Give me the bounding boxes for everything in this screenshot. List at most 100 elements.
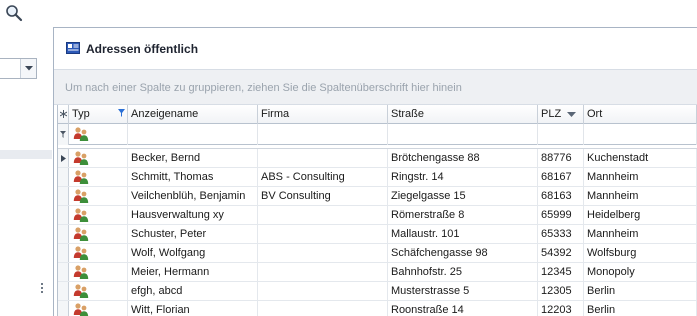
group-by-panel[interactable]: Um nach einer Spalte zu gruppieren, zieh…: [54, 70, 697, 105]
cell-firma[interactable]: [258, 225, 388, 244]
column-header-strasse[interactable]: Straße: [388, 105, 538, 124]
row-indicator[interactable]: [58, 244, 69, 262]
cell-plz[interactable]: 68163: [538, 187, 584, 206]
table-row[interactable]: Veilchenblüh, Benjamin BV Consulting Zie…: [58, 187, 697, 206]
cell-strasse[interactable]: Schäfchengasse 98: [388, 244, 538, 263]
cell-ort[interactable]: Heidelberg: [584, 206, 697, 225]
cell-strasse[interactable]: Roonstraße 14: [388, 301, 538, 316]
filter-cell-firma[interactable]: [258, 124, 388, 145]
splitter-grip[interactable]: [41, 283, 45, 297]
column-header-ort[interactable]: Ort: [584, 105, 697, 124]
cell-firma[interactable]: [258, 206, 388, 225]
cell-firma[interactable]: [258, 282, 388, 301]
cell-plz[interactable]: 12305: [538, 282, 584, 301]
table-row[interactable]: Hausverwaltung xy Römerstraße 8 65999 He…: [58, 206, 697, 225]
table-row[interactable]: Witt, Florian Roonstraße 14 12203 Berlin: [58, 301, 697, 316]
contact-people-icon: [73, 283, 89, 299]
contact-people-icon: [73, 245, 89, 261]
left-combo-box[interactable]: [0, 58, 37, 79]
asterisk-icon: [59, 110, 68, 118]
column-header-label: Straße: [391, 108, 425, 120]
filter-cell-anzeigename[interactable]: [128, 124, 258, 145]
cell-strasse[interactable]: Musterstrasse 5: [388, 282, 538, 301]
cell-plz[interactable]: 68167: [538, 168, 584, 187]
cell-anzeigename[interactable]: efgh, abcd: [128, 282, 258, 301]
contact-people-icon: [73, 188, 89, 204]
column-header-plz[interactable]: PLZ: [538, 105, 584, 124]
cell-strasse[interactable]: Brötchengasse 88: [388, 149, 538, 168]
cell-firma[interactable]: [258, 263, 388, 282]
cell-ort[interactable]: Mannheim: [584, 225, 697, 244]
filter-cell-ort[interactable]: [584, 124, 697, 145]
row-indicator[interactable]: [58, 168, 69, 186]
cell-typ[interactable]: [69, 168, 128, 187]
cell-ort[interactable]: Wolfsburg: [584, 244, 697, 263]
cell-firma[interactable]: ABS - Consulting: [258, 168, 388, 187]
table-row[interactable]: Schuster, Peter Mallaustr. 101 65333 Man…: [58, 225, 697, 244]
cell-anzeigename[interactable]: Schmitt, Thomas: [128, 168, 258, 187]
row-indicator[interactable]: [58, 282, 69, 300]
column-header-anzeigename[interactable]: Anzeigename: [128, 105, 258, 124]
cell-typ[interactable]: [69, 149, 128, 168]
row-indicator[interactable]: [58, 187, 69, 205]
cell-firma[interactable]: [258, 244, 388, 263]
column-header-label: PLZ: [541, 108, 562, 120]
cell-strasse[interactable]: Ringstr. 14: [388, 168, 538, 187]
row-indicator[interactable]: [58, 225, 69, 243]
cell-ort[interactable]: Mannheim: [584, 168, 697, 187]
filter-row-indicator: [58, 124, 69, 145]
cell-anzeigename[interactable]: Wolf, Wolfgang: [128, 244, 258, 263]
cell-anzeigename[interactable]: Veilchenblüh, Benjamin: [128, 187, 258, 206]
row-indicator[interactable]: [58, 149, 69, 167]
cell-ort[interactable]: Monopoly: [584, 263, 697, 282]
cell-ort[interactable]: Kuchenstadt: [584, 149, 697, 168]
cell-ort[interactable]: Berlin: [584, 301, 697, 316]
cell-strasse[interactable]: Römerstraße 8: [388, 206, 538, 225]
column-header-firma[interactable]: Firma: [258, 105, 388, 124]
cell-typ[interactable]: [69, 206, 128, 225]
cell-strasse[interactable]: Bahnhofstr. 25: [388, 263, 538, 282]
cell-firma[interactable]: BV Consulting: [258, 187, 388, 206]
cell-typ[interactable]: [69, 187, 128, 206]
cell-plz[interactable]: 12203: [538, 301, 584, 316]
cell-ort[interactable]: Berlin: [584, 282, 697, 301]
cell-firma[interactable]: [258, 301, 388, 316]
table-row[interactable]: Schmitt, Thomas ABS - Consulting Ringstr…: [58, 168, 697, 187]
cell-anzeigename[interactable]: Schuster, Peter: [128, 225, 258, 244]
search-icon[interactable]: [5, 4, 23, 22]
table-row[interactable]: Becker, Bernd Brötchengasse 88 88776 Kuc…: [58, 149, 697, 168]
table-row[interactable]: Meier, Hermann Bahnhofstr. 25 12345 Mono…: [58, 263, 697, 282]
cell-typ[interactable]: [69, 244, 128, 263]
cell-plz[interactable]: 65999: [538, 206, 584, 225]
contact-people-icon: [73, 150, 89, 166]
cell-typ[interactable]: [69, 282, 128, 301]
row-indicator[interactable]: [58, 263, 69, 281]
cell-plz[interactable]: 54392: [538, 244, 584, 263]
cell-anzeigename[interactable]: Hausverwaltung xy: [128, 206, 258, 225]
chevron-down-icon[interactable]: [20, 59, 36, 78]
cell-typ[interactable]: [69, 225, 128, 244]
column-header-typ[interactable]: Typ: [69, 105, 128, 124]
cell-plz[interactable]: 12345: [538, 263, 584, 282]
cell-anzeigename[interactable]: Becker, Bernd: [128, 149, 258, 168]
row-indicator[interactable]: [58, 206, 69, 224]
left-selected-bar[interactable]: [0, 150, 52, 159]
filter-cell-strasse[interactable]: [388, 124, 538, 145]
header-indicator-cell[interactable]: [58, 105, 69, 124]
contact-people-icon: [73, 126, 89, 142]
table-row[interactable]: efgh, abcd Musterstrasse 5 12305 Berlin: [58, 282, 697, 301]
cell-ort[interactable]: Mannheim: [584, 187, 697, 206]
cell-plz[interactable]: 65333: [538, 225, 584, 244]
filter-cell-plz[interactable]: [538, 124, 584, 145]
cell-typ[interactable]: [69, 263, 128, 282]
cell-anzeigename[interactable]: Witt, Florian: [128, 301, 258, 316]
table-row[interactable]: Wolf, Wolfgang Schäfchengasse 98 54392 W…: [58, 244, 697, 263]
cell-firma[interactable]: [258, 149, 388, 168]
cell-typ[interactable]: [69, 301, 128, 316]
filter-cell-typ[interactable]: [69, 124, 128, 145]
cell-anzeigename[interactable]: Meier, Hermann: [128, 263, 258, 282]
cell-plz[interactable]: 88776: [538, 149, 584, 168]
cell-strasse[interactable]: Ziegelgasse 15: [388, 187, 538, 206]
cell-strasse[interactable]: Mallaustr. 101: [388, 225, 538, 244]
row-indicator[interactable]: [58, 301, 69, 316]
